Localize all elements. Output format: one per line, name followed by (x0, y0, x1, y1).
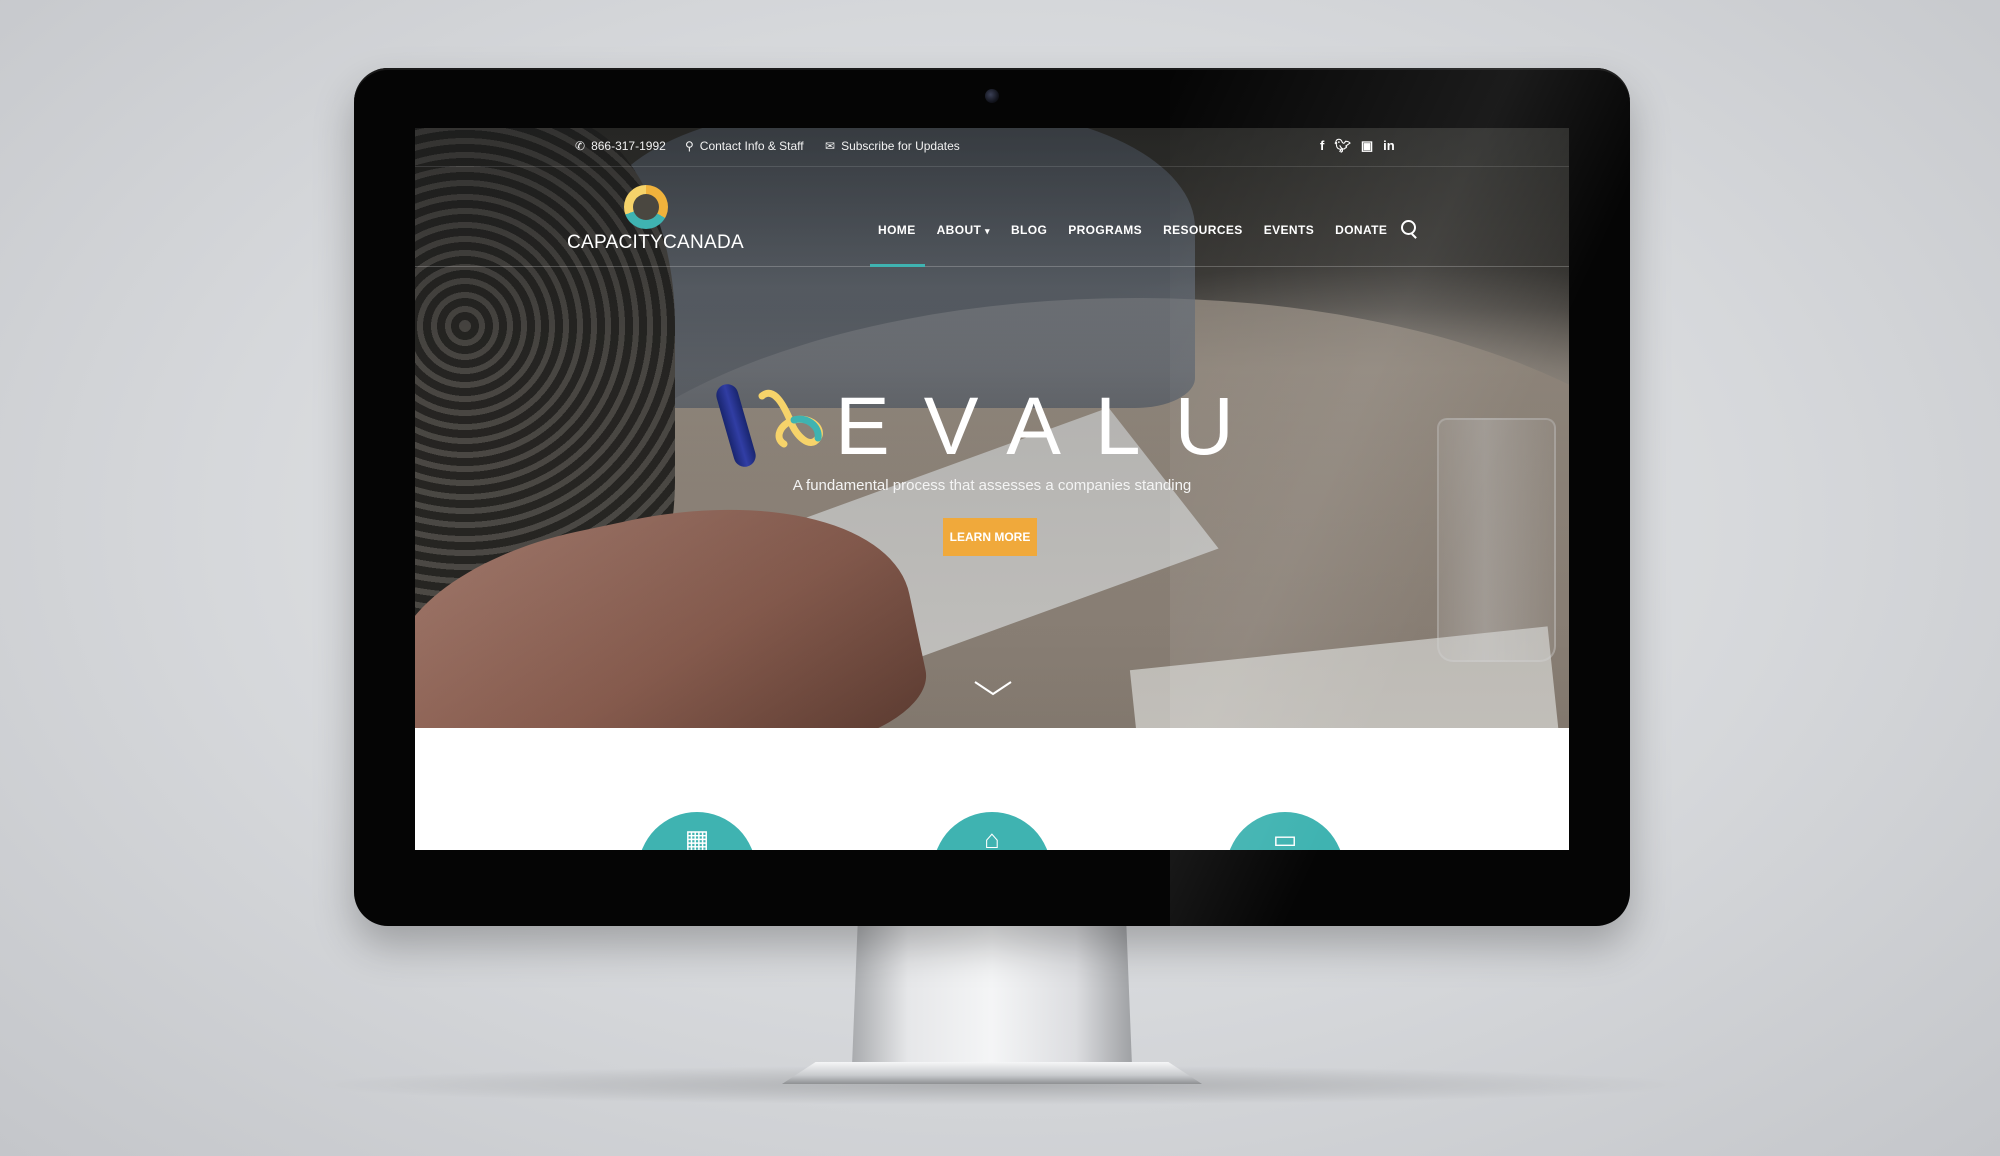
capacity-canada-logo-icon[interactable] (624, 185, 668, 229)
contact-link[interactable]: ⚲ Contact Info & Staff (685, 139, 804, 153)
linkedin-icon[interactable]: in (1383, 138, 1395, 154)
envelope-icon: ✉ (825, 139, 836, 153)
nav-item-blog[interactable]: BLOG (1011, 223, 1047, 237)
learn-more-button[interactable]: LEARN MORE (943, 518, 1037, 556)
monitor-stand-neck (852, 926, 1132, 1066)
features-section: ▦ ⌂ ▭ (415, 728, 1569, 850)
logo-word-canada: CANADA (663, 232, 744, 253)
hero-section: ✆ 866-317-1992 ⚲ Contact Info & Staff ✉ … (415, 128, 1569, 728)
hero-title: EVALU (835, 381, 1268, 472)
social-links: f 🐦︎ ▣ in (1320, 138, 1395, 154)
nav-item-donate[interactable]: DONATE (1335, 223, 1387, 237)
phone-link[interactable]: ✆ 866-317-1992 (575, 139, 666, 153)
nav-active-indicator (870, 264, 925, 267)
feature-calendar[interactable]: ▦ (638, 812, 756, 850)
camera-icon (985, 89, 999, 103)
home-icon: ⌂ (984, 824, 1000, 850)
site-logo-text[interactable]: CAPACITYCANADA (567, 232, 744, 254)
evalu-infinity-icon (758, 390, 823, 448)
subscribe-label: Subscribe for Updates (841, 139, 960, 153)
youtube-icon[interactable]: ▣ (1361, 138, 1373, 154)
search-icon[interactable] (1401, 220, 1416, 235)
phone-icon: ✆ (575, 139, 586, 153)
nav-item-about[interactable]: ABOUT ▾ (937, 223, 990, 237)
logo-word-capacity: CAPACITY (567, 232, 664, 253)
scroll-down-chevron-icon[interactable] (973, 678, 1013, 698)
chevron-down-icon: ▾ (985, 226, 990, 236)
contact-label: Contact Info & Staff (699, 139, 804, 153)
map-pin-icon: ⚲ (685, 139, 694, 153)
feature-presentation[interactable]: ▭ (1226, 812, 1344, 850)
nav-item-about-label: ABOUT (936, 223, 982, 237)
subscribe-link[interactable]: ✉ Subscribe for Updates (825, 139, 960, 153)
twitter-icon[interactable]: 🐦︎ (1334, 138, 1351, 154)
calendar-icon: ▦ (684, 824, 710, 850)
feature-home[interactable]: ⌂ (933, 812, 1051, 850)
phone-number: 866-317-1992 (591, 139, 666, 153)
top-bar: ✆ 866-317-1992 ⚲ Contact Info & Staff ✉ … (415, 128, 1569, 167)
nav-item-resources[interactable]: RESOURCES (1163, 223, 1243, 237)
website-screen: ✆ 866-317-1992 ⚲ Contact Info & Staff ✉ … (415, 128, 1569, 850)
nav-item-events[interactable]: EVENTS (1264, 223, 1314, 237)
facebook-icon[interactable]: f (1320, 138, 1324, 154)
monitor-stand-base (782, 1062, 1202, 1084)
hero-tagline: A fundamental process that assesses a co… (792, 477, 1192, 494)
presentation-icon: ▭ (1272, 824, 1298, 850)
nav-item-home[interactable]: HOME (878, 223, 916, 237)
nav-item-programs[interactable]: PROGRAMS (1068, 223, 1142, 237)
nav-menu: HOME ABOUT ▾ BLOG PROGRAMS RESOURCES EVE… (878, 223, 1387, 237)
